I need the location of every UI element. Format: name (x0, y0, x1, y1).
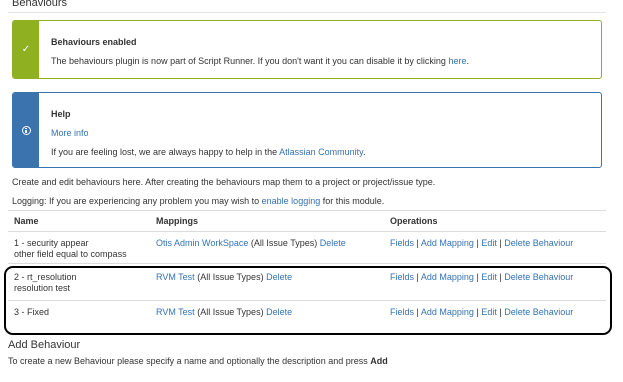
success-bar: ✓ (13, 21, 39, 78)
mapping-project-link[interactable]: Otis Admin WorkSpace (156, 238, 248, 248)
add-behaviour-title: Add Behaviour (8, 339, 81, 351)
check-icon: ✓ (21, 43, 31, 55)
mapping-delete-link[interactable]: Delete (320, 238, 346, 248)
row-1-operations: Fields | Add Mapping | Edit | Delete Beh… (390, 238, 574, 248)
success-title: Behaviours enabled (51, 37, 137, 47)
help-message: Help More info If you are feeling lost, … (12, 92, 602, 168)
logging-text: Logging: If you are experiencing any pro… (12, 196, 385, 206)
info-bar (13, 93, 39, 167)
success-message: ✓ Behaviours enabled The behaviours plug… (12, 20, 602, 79)
help-text: If you are feeling lost, we are always h… (51, 147, 366, 157)
add-mapping-link[interactable]: Add Mapping (421, 238, 474, 248)
edit-link[interactable]: Edit (481, 238, 497, 248)
row-divider (8, 263, 606, 264)
disable-here-link[interactable]: here (448, 56, 466, 66)
help-title: Help (51, 109, 71, 119)
fields-link[interactable]: Fields (390, 238, 414, 248)
more-info-link[interactable]: More info (51, 128, 591, 138)
add-behaviour-help: To create a new Behaviour please specify… (8, 356, 388, 366)
header-divider (8, 231, 606, 232)
info-icon (21, 125, 31, 135)
delete-behaviour-link[interactable]: Delete Behaviour (504, 238, 573, 248)
row-1-mapping: Otis Admin WorkSpace (All Issue Types) D… (156, 238, 346, 248)
header-name: Name (14, 216, 39, 226)
success-text: The behaviours plugin is now part of Scr… (51, 56, 469, 66)
header-mappings: Mappings (156, 216, 198, 226)
title-divider (8, 12, 606, 13)
intro-text: Create and edit behaviours here. After c… (12, 177, 436, 187)
page-title: Behaviours (12, 0, 68, 9)
atlassian-community-link[interactable]: Atlassian Community (279, 147, 363, 157)
highlight-annotation (4, 266, 612, 335)
table-top-divider (8, 210, 606, 211)
header-operations: Operations (390, 216, 438, 226)
enable-logging-link[interactable]: enable logging (262, 196, 321, 206)
row-1-name: 1 - security appear other field equal to… (14, 238, 127, 259)
